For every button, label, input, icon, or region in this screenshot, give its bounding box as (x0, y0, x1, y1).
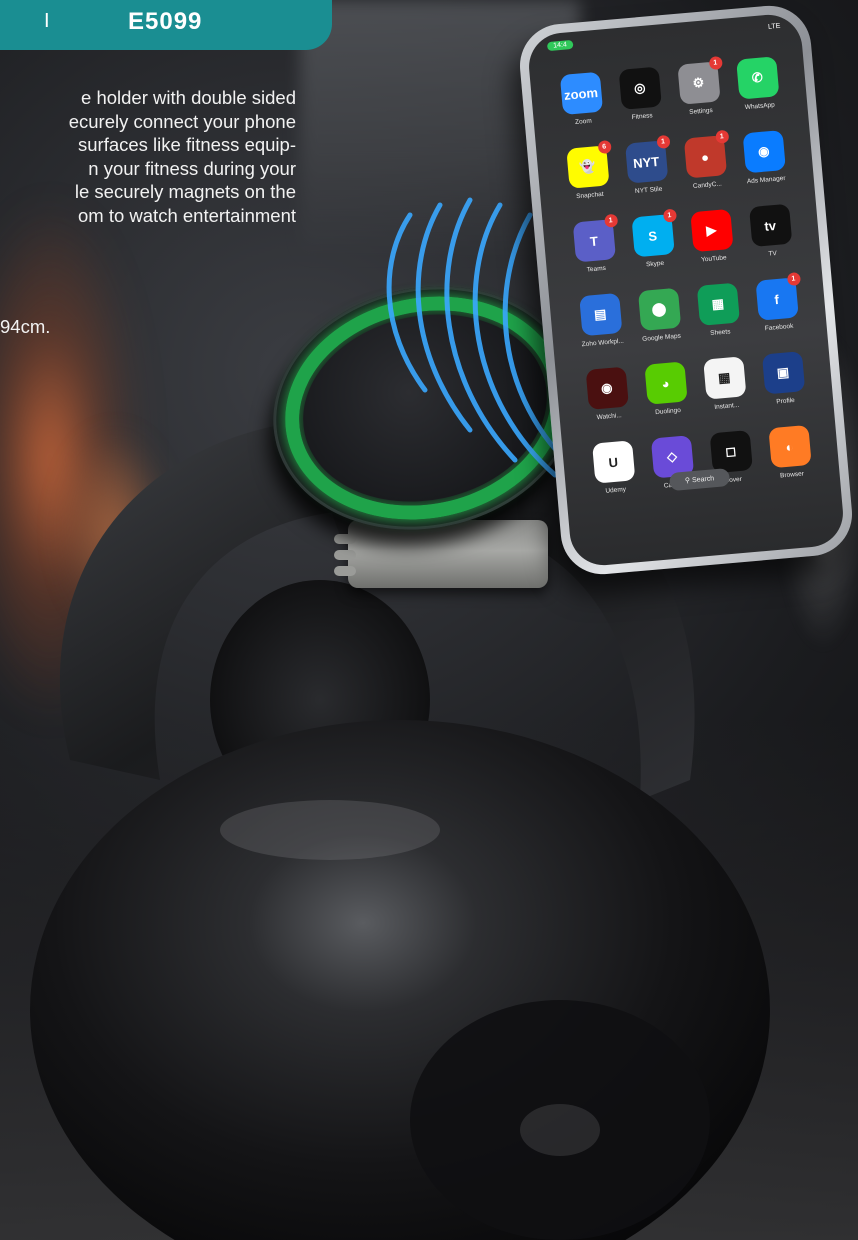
app-glyph-icon: ▶ (689, 208, 734, 253)
app-glyph-icon: 👻 6 (565, 140, 612, 189)
status-signal: LTE (767, 22, 781, 31)
app-icon[interactable]: U Udemy (582, 440, 646, 509)
notification-badge: 6 (597, 140, 612, 155)
app-label: Facebook (764, 322, 794, 333)
app-icon[interactable]: tv TV (739, 203, 803, 272)
app-label: TV (768, 249, 778, 258)
app-glyph-icon: ◎ (618, 66, 662, 110)
app-icon[interactable]: ◉ Ads Manager (733, 129, 797, 198)
app-glyph-icon: ● 1 (683, 129, 729, 179)
app-icon[interactable]: f 1 Facebook (746, 272, 810, 346)
app-label: Snapchat (575, 190, 604, 201)
app-icon[interactable]: ⬤ Google Maps (628, 287, 692, 356)
app-label: Google Maps (641, 332, 682, 343)
app-icon[interactable]: ◎ Fitness (609, 66, 673, 135)
status-time: 14:4 (546, 39, 574, 52)
app-label: WhatsApp (744, 101, 776, 112)
app-glyph-icon: ⚙ 1 (676, 56, 723, 105)
notification-badge: 1 (662, 208, 677, 223)
app-glyph-icon: ▣ (761, 351, 805, 395)
search-label: Search (691, 474, 715, 484)
app-icon-grid: zoom Zoom ◎ Fitness ⚙ 1 Settings ✆ WhatsApp 👻 6 Sna… (550, 55, 823, 508)
app-icon[interactable]: ◐ Browser (758, 424, 822, 493)
app-icon[interactable]: ▶ YouTube (680, 208, 744, 277)
app-label: NYT Stile (634, 185, 663, 196)
app-glyph-icon: ◻ (709, 430, 753, 474)
app-glyph-icon: T1 (572, 213, 618, 263)
app-label: Profile (776, 396, 796, 406)
notification-badge: 1 (714, 129, 729, 144)
app-label: Skype (645, 259, 665, 269)
notification-badge: 1 (786, 272, 801, 287)
app-icon[interactable]: S 1 Skype (622, 208, 686, 282)
phone-status-bar: 14:4 LTE (546, 22, 781, 56)
app-glyph-icon: zoom (559, 71, 603, 116)
app-glyph-icon: ▦ (702, 356, 746, 400)
mount-clip (334, 520, 548, 588)
notification-badge: 1 (708, 56, 723, 71)
app-glyph-icon: S1 (630, 208, 677, 258)
app-icon[interactable]: ◇Carbon (641, 434, 705, 503)
app-glyph-icon: ✆ (735, 56, 779, 100)
app-glyph-icon: ◐ (767, 424, 812, 469)
app-glyph-icon: tv (748, 203, 792, 248)
app-label: Instant... (714, 401, 740, 411)
app-label: Sheets (709, 328, 731, 338)
app-icon[interactable]: ▣ Profile (752, 350, 816, 419)
app-icon[interactable]: ▦ Sheets (687, 282, 751, 351)
app-icon[interactable]: ▦ Instant... (693, 356, 757, 425)
smartphone: 14:4 LTE zoom Zoom ◎ Fitness ⚙ 1 Settings ✆ What… (516, 2, 856, 578)
app-label: Duolingo (654, 406, 682, 417)
app-label: Zoho Workpl... (581, 337, 625, 349)
app-icon[interactable]: 👻 6 Snapchat (556, 140, 620, 214)
app-icon[interactable]: NYT 1 NYT Stile (615, 134, 679, 208)
notification-badge: 1 (603, 213, 618, 228)
app-icon[interactable]: zoom Zoom (550, 71, 614, 140)
app-label: Teams (586, 264, 607, 274)
app-glyph-icon: ◉ (742, 130, 786, 174)
app-glyph-icon: f1 (754, 272, 801, 321)
app-label: Settings (688, 107, 714, 117)
app-glyph-icon: ▤ (578, 292, 622, 337)
app-label: YouTube (700, 254, 727, 264)
app-icon[interactable]: ◉ Watchi... (576, 366, 640, 435)
app-label: Browser (779, 470, 805, 480)
app-icon[interactable]: ◻ Cover (700, 429, 764, 498)
app-icon[interactable]: ◕ Duolingo (634, 361, 698, 430)
app-icon[interactable]: ▤ Zoho Workpl... (569, 292, 633, 361)
app-glyph-icon: ⬤ (637, 287, 681, 332)
app-label: Zoom (574, 117, 593, 127)
app-label: Ads Manager (746, 174, 786, 186)
app-label: Udemy (605, 486, 627, 495)
app-glyph-icon: ◉ (585, 366, 629, 410)
app-icon[interactable]: T 1 Teams (563, 213, 627, 287)
phone-home-screen: 14:4 LTE zoom Zoom ◎ Fitness ⚙ 1 Settings ✆ What… (526, 12, 846, 568)
app-glyph-icon: NYT 1 (624, 134, 671, 184)
app-label: Watchi... (596, 412, 623, 422)
app-icon[interactable]: ✆ WhatsApp (726, 55, 790, 124)
app-glyph-icon: ◕ (643, 361, 688, 405)
notification-badge: 1 (655, 134, 671, 149)
app-label: Fitness (631, 112, 653, 122)
app-icon[interactable]: ● 1 CandyC... (674, 129, 738, 203)
app-glyph-icon: ▦ (696, 282, 740, 326)
app-glyph-icon: U (591, 440, 635, 484)
app-label: CandyC... (692, 180, 723, 190)
app-icon[interactable]: ⚙ 1 Settings (667, 56, 731, 130)
